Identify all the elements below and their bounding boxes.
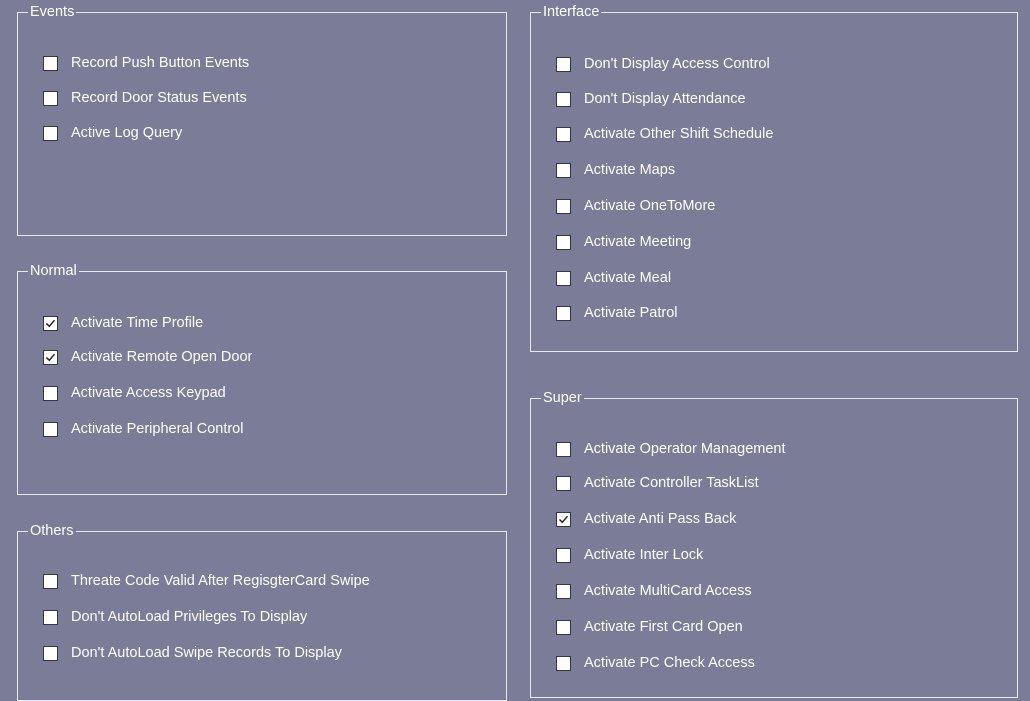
checkbox-box[interactable] [556, 126, 571, 142]
checkbox-label: Activate MultiCard Access [584, 583, 752, 599]
checkbox-label: Activate First Card Open [584, 619, 743, 635]
events-group-title: Events [28, 3, 77, 21]
checkbox-box[interactable] [556, 583, 571, 599]
checkbox-box[interactable] [43, 125, 58, 141]
checkbox-box[interactable] [556, 511, 571, 527]
super-group-title: Super [541, 389, 584, 407]
checkbox-box[interactable] [43, 349, 58, 365]
checkbox-active-log-query[interactable]: Active Log Query [43, 123, 182, 143]
checkbox-label: Activate Anti Pass Back [584, 511, 737, 527]
checkbox-label: Activate Controller TaskList [584, 475, 759, 491]
interface-group: Interface Don't Display Access Control D… [530, 3, 1018, 352]
checkbox-activate-peripheral-control[interactable]: Activate Peripheral Control [43, 419, 243, 439]
check-icon [45, 353, 56, 361]
normal-group-title: Normal [28, 262, 79, 280]
checkbox-box[interactable] [43, 645, 58, 661]
checkbox-dont-display-attendance[interactable]: Don't Display Attendance [556, 89, 746, 109]
checkbox-box[interactable] [43, 609, 58, 625]
super-group: Super Activate Operator Management Activ… [530, 389, 1018, 698]
checkbox-label: Activate Time Profile [71, 315, 204, 331]
checkbox-dont-autoload-privileges[interactable]: Don't AutoLoad Privileges To Display [43, 607, 307, 627]
checkbox-box[interactable] [556, 475, 571, 491]
normal-group: Normal Activate Time Profile Activate Re… [17, 262, 507, 495]
checkbox-label: Activate Operator Management [584, 441, 786, 457]
checkbox-label: Active Log Query [71, 125, 183, 141]
checkbox-activate-onetomore[interactable]: Activate OneToMore [556, 196, 715, 216]
checkbox-label: Don't Display Attendance [584, 91, 746, 107]
checkbox-box[interactable] [556, 441, 571, 457]
checkbox-box[interactable] [556, 162, 571, 178]
checkbox-box[interactable] [43, 385, 58, 401]
checkbox-label: Activate Maps [584, 162, 676, 178]
checkbox-label: Don't AutoLoad Privileges To Display [71, 609, 308, 625]
checkbox-box[interactable] [556, 305, 571, 321]
checkbox-dont-display-access-control[interactable]: Don't Display Access Control [556, 54, 770, 74]
checkbox-label: Record Door Status Events [71, 90, 247, 106]
checkbox-label: Threate Code Valid After RegisgterCard S… [71, 573, 370, 589]
checkbox-box[interactable] [556, 56, 571, 72]
checkbox-activate-operator-management[interactable]: Activate Operator Management [556, 439, 786, 459]
checkbox-dont-autoload-swipe-records[interactable]: Don't AutoLoad Swipe Records To Display [43, 643, 342, 663]
checkbox-box[interactable] [556, 619, 571, 635]
checkbox-record-push-button-events[interactable]: Record Push Button Events [43, 53, 249, 73]
checkbox-label: Activate Meal [584, 270, 672, 286]
check-icon [558, 515, 569, 523]
checkbox-box[interactable] [556, 234, 571, 250]
checkbox-label: Activate Meeting [584, 234, 692, 250]
others-group: Others Threate Code Valid After Regisgte… [17, 522, 507, 701]
checkbox-label: Activate PC Check Access [584, 655, 755, 671]
checkbox-label: Activate Other Shift Schedule [584, 126, 774, 142]
checkbox-activate-remote-open-door[interactable]: Activate Remote Open Door [43, 347, 252, 367]
checkbox-activate-multicard-access[interactable]: Activate MultiCard Access [556, 581, 752, 601]
checkbox-box[interactable] [43, 315, 58, 331]
checkbox-activate-meeting[interactable]: Activate Meeting [556, 232, 691, 252]
checkbox-box[interactable] [556, 270, 571, 286]
checkbox-label: Don't Display Access Control [584, 56, 770, 72]
checkbox-label: Activate Access Keypad [71, 385, 226, 401]
checkbox-label: Activate Inter Lock [584, 547, 704, 563]
checkbox-activate-inter-lock[interactable]: Activate Inter Lock [556, 545, 703, 565]
interface-group-title: Interface [541, 3, 602, 21]
checkbox-box[interactable] [556, 91, 571, 107]
checkbox-activate-access-keypad[interactable]: Activate Access Keypad [43, 383, 226, 403]
checkbox-activate-first-card-open[interactable]: Activate First Card Open [556, 617, 743, 637]
checkbox-activate-pc-check-access[interactable]: Activate PC Check Access [556, 653, 755, 673]
check-icon [45, 319, 56, 327]
checkbox-activate-other-shift-schedule[interactable]: Activate Other Shift Schedule [556, 124, 773, 144]
checkbox-threate-code-valid[interactable]: Threate Code Valid After RegisgterCard S… [43, 571, 370, 591]
checkbox-label: Activate Peripheral Control [71, 421, 244, 437]
checkbox-label: Activate OneToMore [584, 198, 716, 214]
checkbox-box[interactable] [556, 547, 571, 563]
checkbox-record-door-status-events[interactable]: Record Door Status Events [43, 88, 247, 108]
checkbox-activate-maps[interactable]: Activate Maps [556, 160, 675, 180]
events-group: Events Record Push Button Events Record … [17, 3, 507, 236]
checkbox-box[interactable] [556, 198, 571, 214]
checkbox-activate-controller-tasklist[interactable]: Activate Controller TaskList [556, 473, 759, 493]
checkbox-label: Don't AutoLoad Swipe Records To Display [71, 645, 342, 661]
checkbox-box[interactable] [43, 573, 58, 589]
checkbox-activate-patrol[interactable]: Activate Patrol [556, 303, 678, 323]
checkbox-activate-anti-pass-back[interactable]: Activate Anti Pass Back [556, 509, 736, 529]
checkbox-activate-time-profile[interactable]: Activate Time Profile [43, 313, 203, 333]
checkbox-box[interactable] [43, 90, 58, 106]
others-group-title: Others [28, 522, 76, 540]
checkbox-box[interactable] [556, 655, 571, 671]
checkbox-activate-meal[interactable]: Activate Meal [556, 268, 671, 288]
checkbox-label: Activate Remote Open Door [71, 349, 253, 365]
checkbox-box[interactable] [43, 421, 58, 437]
checkbox-label: Record Push Button Events [71, 55, 250, 71]
checkbox-box[interactable] [43, 55, 58, 71]
checkbox-label: Activate Patrol [584, 305, 678, 321]
